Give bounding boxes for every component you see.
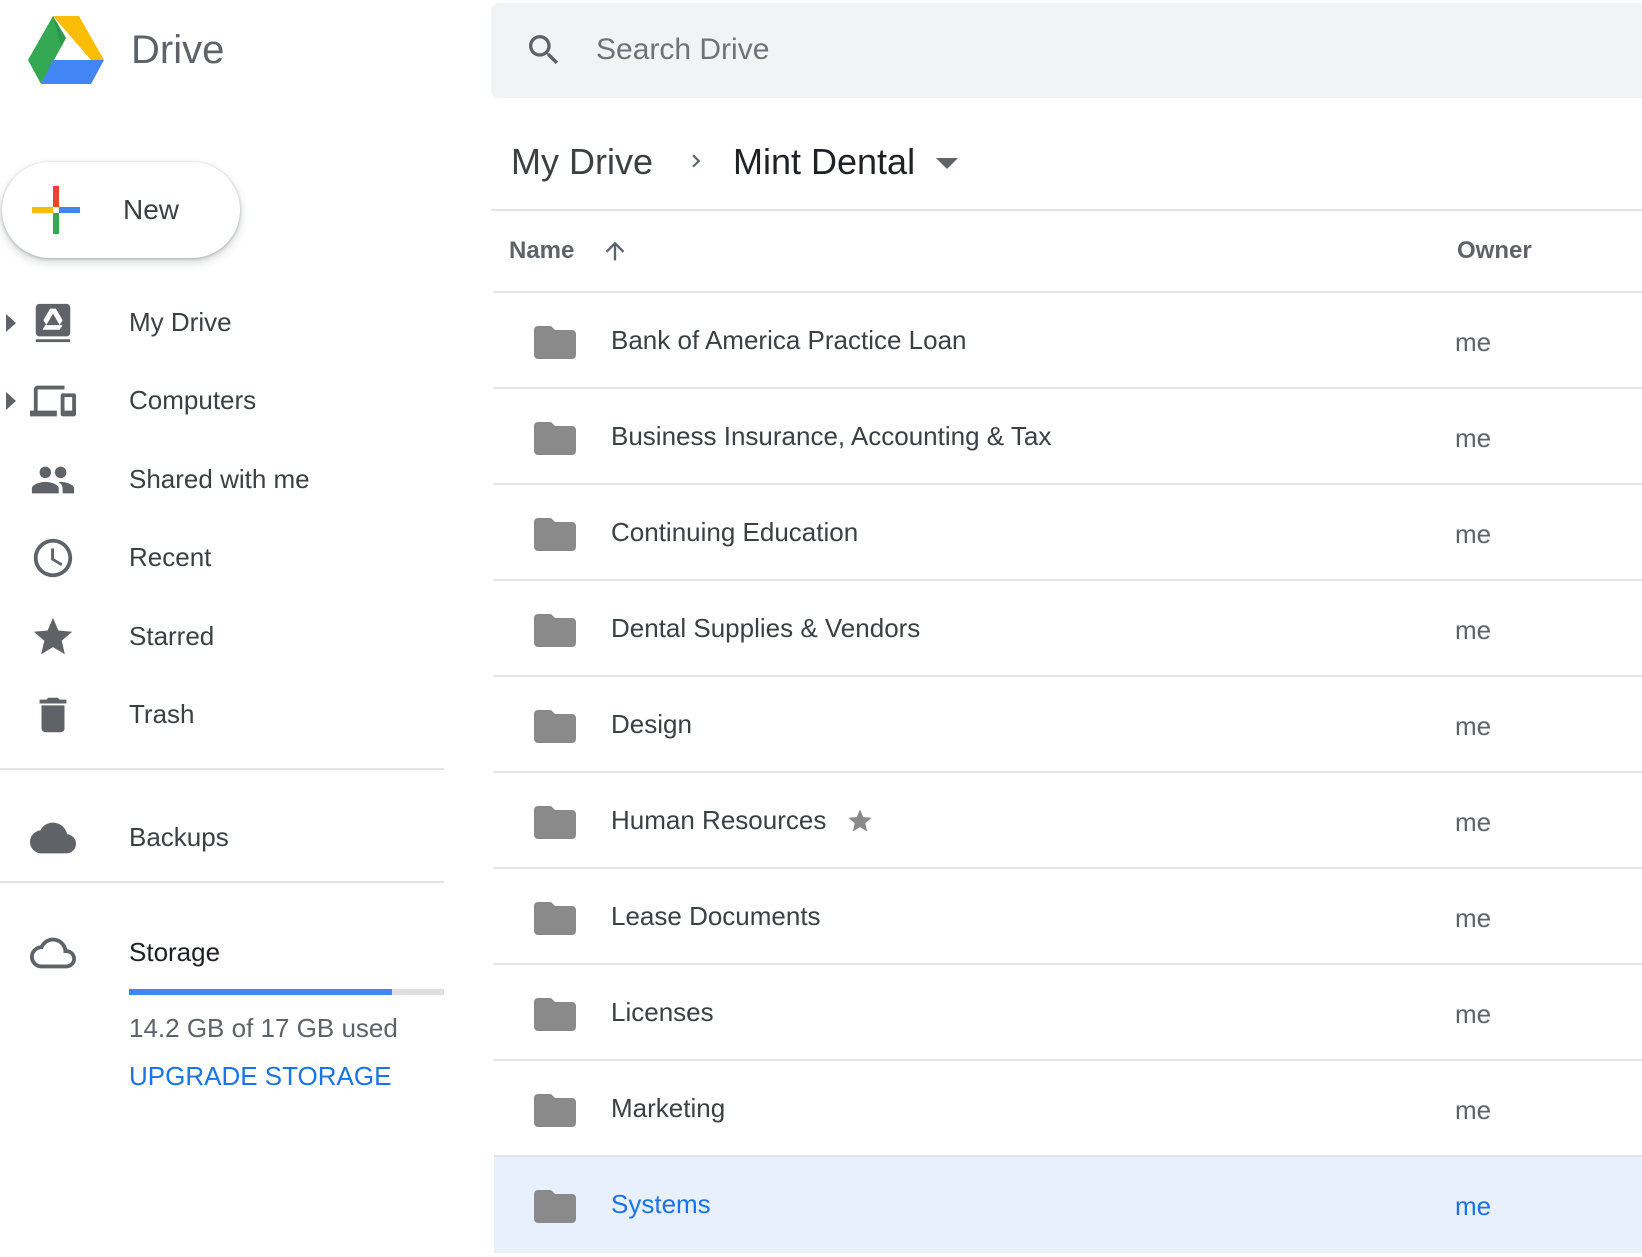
breadcrumb-my-drive[interactable]: My Drive bbox=[511, 138, 653, 186]
storage-label: Storage bbox=[129, 937, 221, 967]
breadcrumb-current-folder[interactable]: Mint Dental bbox=[733, 138, 915, 186]
file-owner: me bbox=[1455, 1095, 1492, 1125]
file-name: Human Resources bbox=[611, 805, 827, 835]
sidebar-item-label: Computers bbox=[129, 385, 257, 415]
table-row[interactable]: Licenses me bbox=[494, 965, 1642, 1061]
arrow-up-icon[interactable] bbox=[601, 236, 629, 266]
star-icon[interactable] bbox=[846, 807, 874, 835]
cloud-outline-icon bbox=[30, 937, 76, 969]
sidebar-item-label: Trash bbox=[129, 699, 195, 729]
table-row[interactable]: Design me bbox=[494, 677, 1642, 773]
plus-icon bbox=[32, 186, 80, 234]
folder-icon bbox=[534, 422, 576, 455]
folder-icon bbox=[534, 518, 576, 551]
table-row[interactable]: Human Resources me bbox=[494, 773, 1642, 869]
chevron-right-icon bbox=[692, 154, 701, 168]
file-list: Bank of America Practice Loan me Business … bbox=[494, 293, 1642, 1253]
folder-icon bbox=[534, 1094, 576, 1127]
file-owner: me bbox=[1455, 615, 1492, 645]
file-owner: me bbox=[1455, 999, 1492, 1029]
table-row[interactable]: Systems me bbox=[494, 1157, 1642, 1253]
file-name: Business Insurance, Accounting & Tax bbox=[611, 421, 1052, 451]
star-icon bbox=[33, 617, 73, 655]
computers-icon bbox=[30, 385, 76, 417]
file-name: Marketing bbox=[611, 1093, 726, 1123]
sidebar-item-storage[interactable]: Storage bbox=[0, 920, 444, 984]
sidebar-divider bbox=[0, 768, 444, 770]
shared-icon bbox=[31, 466, 75, 494]
file-owner: me bbox=[1455, 807, 1492, 837]
folder-icon bbox=[534, 1190, 576, 1223]
sidebar-item-computers[interactable]: Computers bbox=[0, 368, 444, 432]
sidebar-item-label: Backups bbox=[129, 822, 229, 852]
folder-icon bbox=[534, 902, 576, 935]
file-name: Licenses bbox=[611, 997, 714, 1027]
file-name: Dental Supplies & Vendors bbox=[611, 613, 921, 643]
sidebar-item-backups[interactable]: Backups bbox=[0, 805, 444, 869]
sidebar-item-my-drive[interactable]: My Drive bbox=[0, 290, 444, 354]
upgrade-storage-link[interactable]: UPGRADE STORAGE bbox=[129, 1056, 391, 1096]
storage-used-text: 14.2 GB of 17 GB used bbox=[129, 1013, 398, 1043]
sidebar-item-label: My Drive bbox=[129, 307, 232, 337]
cloud-icon bbox=[30, 822, 76, 854]
storage-progress-bar bbox=[129, 989, 444, 995]
sidebar-item-recent[interactable]: Recent bbox=[0, 525, 444, 589]
clock-icon bbox=[33, 538, 73, 578]
folder-icon bbox=[534, 614, 576, 647]
search-icon[interactable] bbox=[524, 30, 564, 70]
search-input[interactable] bbox=[596, 24, 1496, 76]
file-owner: me bbox=[1455, 1191, 1492, 1221]
column-header-owner[interactable]: Owner bbox=[1457, 232, 1532, 270]
file-name: Lease Documents bbox=[611, 901, 821, 931]
folder-icon bbox=[534, 806, 576, 839]
table-row[interactable]: Bank of America Practice Loan me bbox=[494, 293, 1642, 389]
table-row[interactable]: Lease Documents me bbox=[494, 869, 1642, 965]
trash-icon bbox=[39, 697, 67, 733]
table-row[interactable]: Dental Supplies & Vendors me bbox=[494, 581, 1642, 677]
table-row[interactable]: Marketing me bbox=[494, 1061, 1642, 1157]
column-header-name[interactable]: Name bbox=[509, 232, 574, 270]
file-name: Bank of America Practice Loan bbox=[611, 325, 967, 355]
drive-logo-icon[interactable] bbox=[28, 16, 104, 84]
file-name: Systems bbox=[611, 1189, 711, 1219]
sidebar-item-label: Starred bbox=[129, 621, 215, 651]
sidebar-item-label: Recent bbox=[129, 542, 212, 572]
file-name: Design bbox=[611, 709, 692, 739]
header-divider bbox=[491, 209, 1642, 211]
new-button[interactable]: New bbox=[2, 162, 240, 258]
expand-caret-icon[interactable] bbox=[6, 314, 16, 332]
file-owner: me bbox=[1455, 519, 1492, 549]
expand-caret-icon[interactable] bbox=[6, 392, 16, 410]
my-drive-icon bbox=[35, 303, 71, 343]
storage-progress-fill bbox=[129, 989, 393, 995]
app-title[interactable]: Drive bbox=[131, 24, 224, 76]
sidebar-item-starred[interactable]: Starred bbox=[0, 604, 444, 668]
folder-icon bbox=[534, 326, 576, 359]
sidebar-item-trash[interactable]: Trash bbox=[0, 682, 444, 746]
sidebar-item-label: Shared with me bbox=[129, 464, 310, 494]
sidebar-divider bbox=[0, 881, 444, 883]
sidebar-item-shared-with-me[interactable]: Shared with me bbox=[0, 447, 444, 511]
file-owner: me bbox=[1455, 711, 1492, 741]
folder-icon bbox=[534, 998, 576, 1031]
file-name: Continuing Education bbox=[611, 517, 859, 547]
table-row[interactable]: Business Insurance, Accounting & Tax me bbox=[494, 389, 1642, 485]
file-owner: me bbox=[1455, 327, 1492, 357]
file-owner: me bbox=[1455, 903, 1492, 933]
table-row[interactable]: Continuing Education me bbox=[494, 485, 1642, 581]
folder-icon bbox=[534, 710, 576, 743]
file-owner: me bbox=[1455, 423, 1492, 453]
new-button-label: New bbox=[123, 194, 180, 225]
chevron-down-icon[interactable] bbox=[936, 158, 958, 169]
